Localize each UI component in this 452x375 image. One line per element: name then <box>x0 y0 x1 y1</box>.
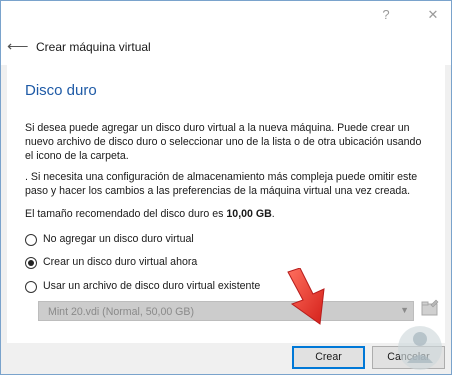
wizard-title: Crear máquina virtual <box>36 40 151 54</box>
help-icon[interactable]: ? <box>376 5 396 25</box>
button-bar: Crear Cancelar <box>1 343 451 374</box>
recommended-suffix: . <box>271 208 275 220</box>
red-arrow-icon <box>287 268 325 325</box>
chevron-down-icon[interactable]: ▼ <box>400 305 409 315</box>
radio-button[interactable] <box>25 234 37 246</box>
existing-disk-select[interactable]: Mint 20.vdi (Normal, 50,00 GB) ▼ <box>38 301 414 321</box>
title-bar: ? ✕ <box>1 1 451 31</box>
option-label[interactable]: Usar un archivo de disco duro virtual ex… <box>43 280 260 292</box>
watermark-logo-icon <box>398 326 442 370</box>
recommended-size-value: 10,00 GB <box>226 208 272 220</box>
wizard-page: Disco duro Si desea puede agregar un dis… <box>7 65 445 343</box>
wizard-header: ⟵ Crear máquina virtual <box>1 31 451 65</box>
option-label[interactable]: No agregar un disco duro virtual <box>43 233 194 245</box>
back-arrow-icon[interactable]: ⟵ <box>7 38 29 56</box>
radio-button[interactable] <box>25 281 37 293</box>
folder-icon[interactable] <box>421 299 439 319</box>
existing-disk-value: Mint 20.vdi (Normal, 50,00 GB) <box>48 306 195 318</box>
description-paragraph: Si desea puede agregar un disco duro vir… <box>25 122 422 162</box>
recommended-prefix: El tamaño recomendado del disco duro es <box>25 208 227 220</box>
page-title: Disco duro <box>25 82 97 99</box>
advanced-note-paragraph: . Si necesita una configuración de almac… <box>25 171 418 197</box>
close-icon[interactable]: ✕ <box>423 5 443 25</box>
recommended-size-text: El tamaño recomendado del disco duro es … <box>25 208 275 220</box>
radio-button-selected[interactable] <box>25 257 37 269</box>
create-button[interactable]: Crear <box>292 346 365 369</box>
dialog-window: ? ✕ ⟵ Crear máquina virtual Disco duro S… <box>0 0 452 375</box>
option-label[interactable]: Crear un disco duro virtual ahora <box>43 256 197 268</box>
